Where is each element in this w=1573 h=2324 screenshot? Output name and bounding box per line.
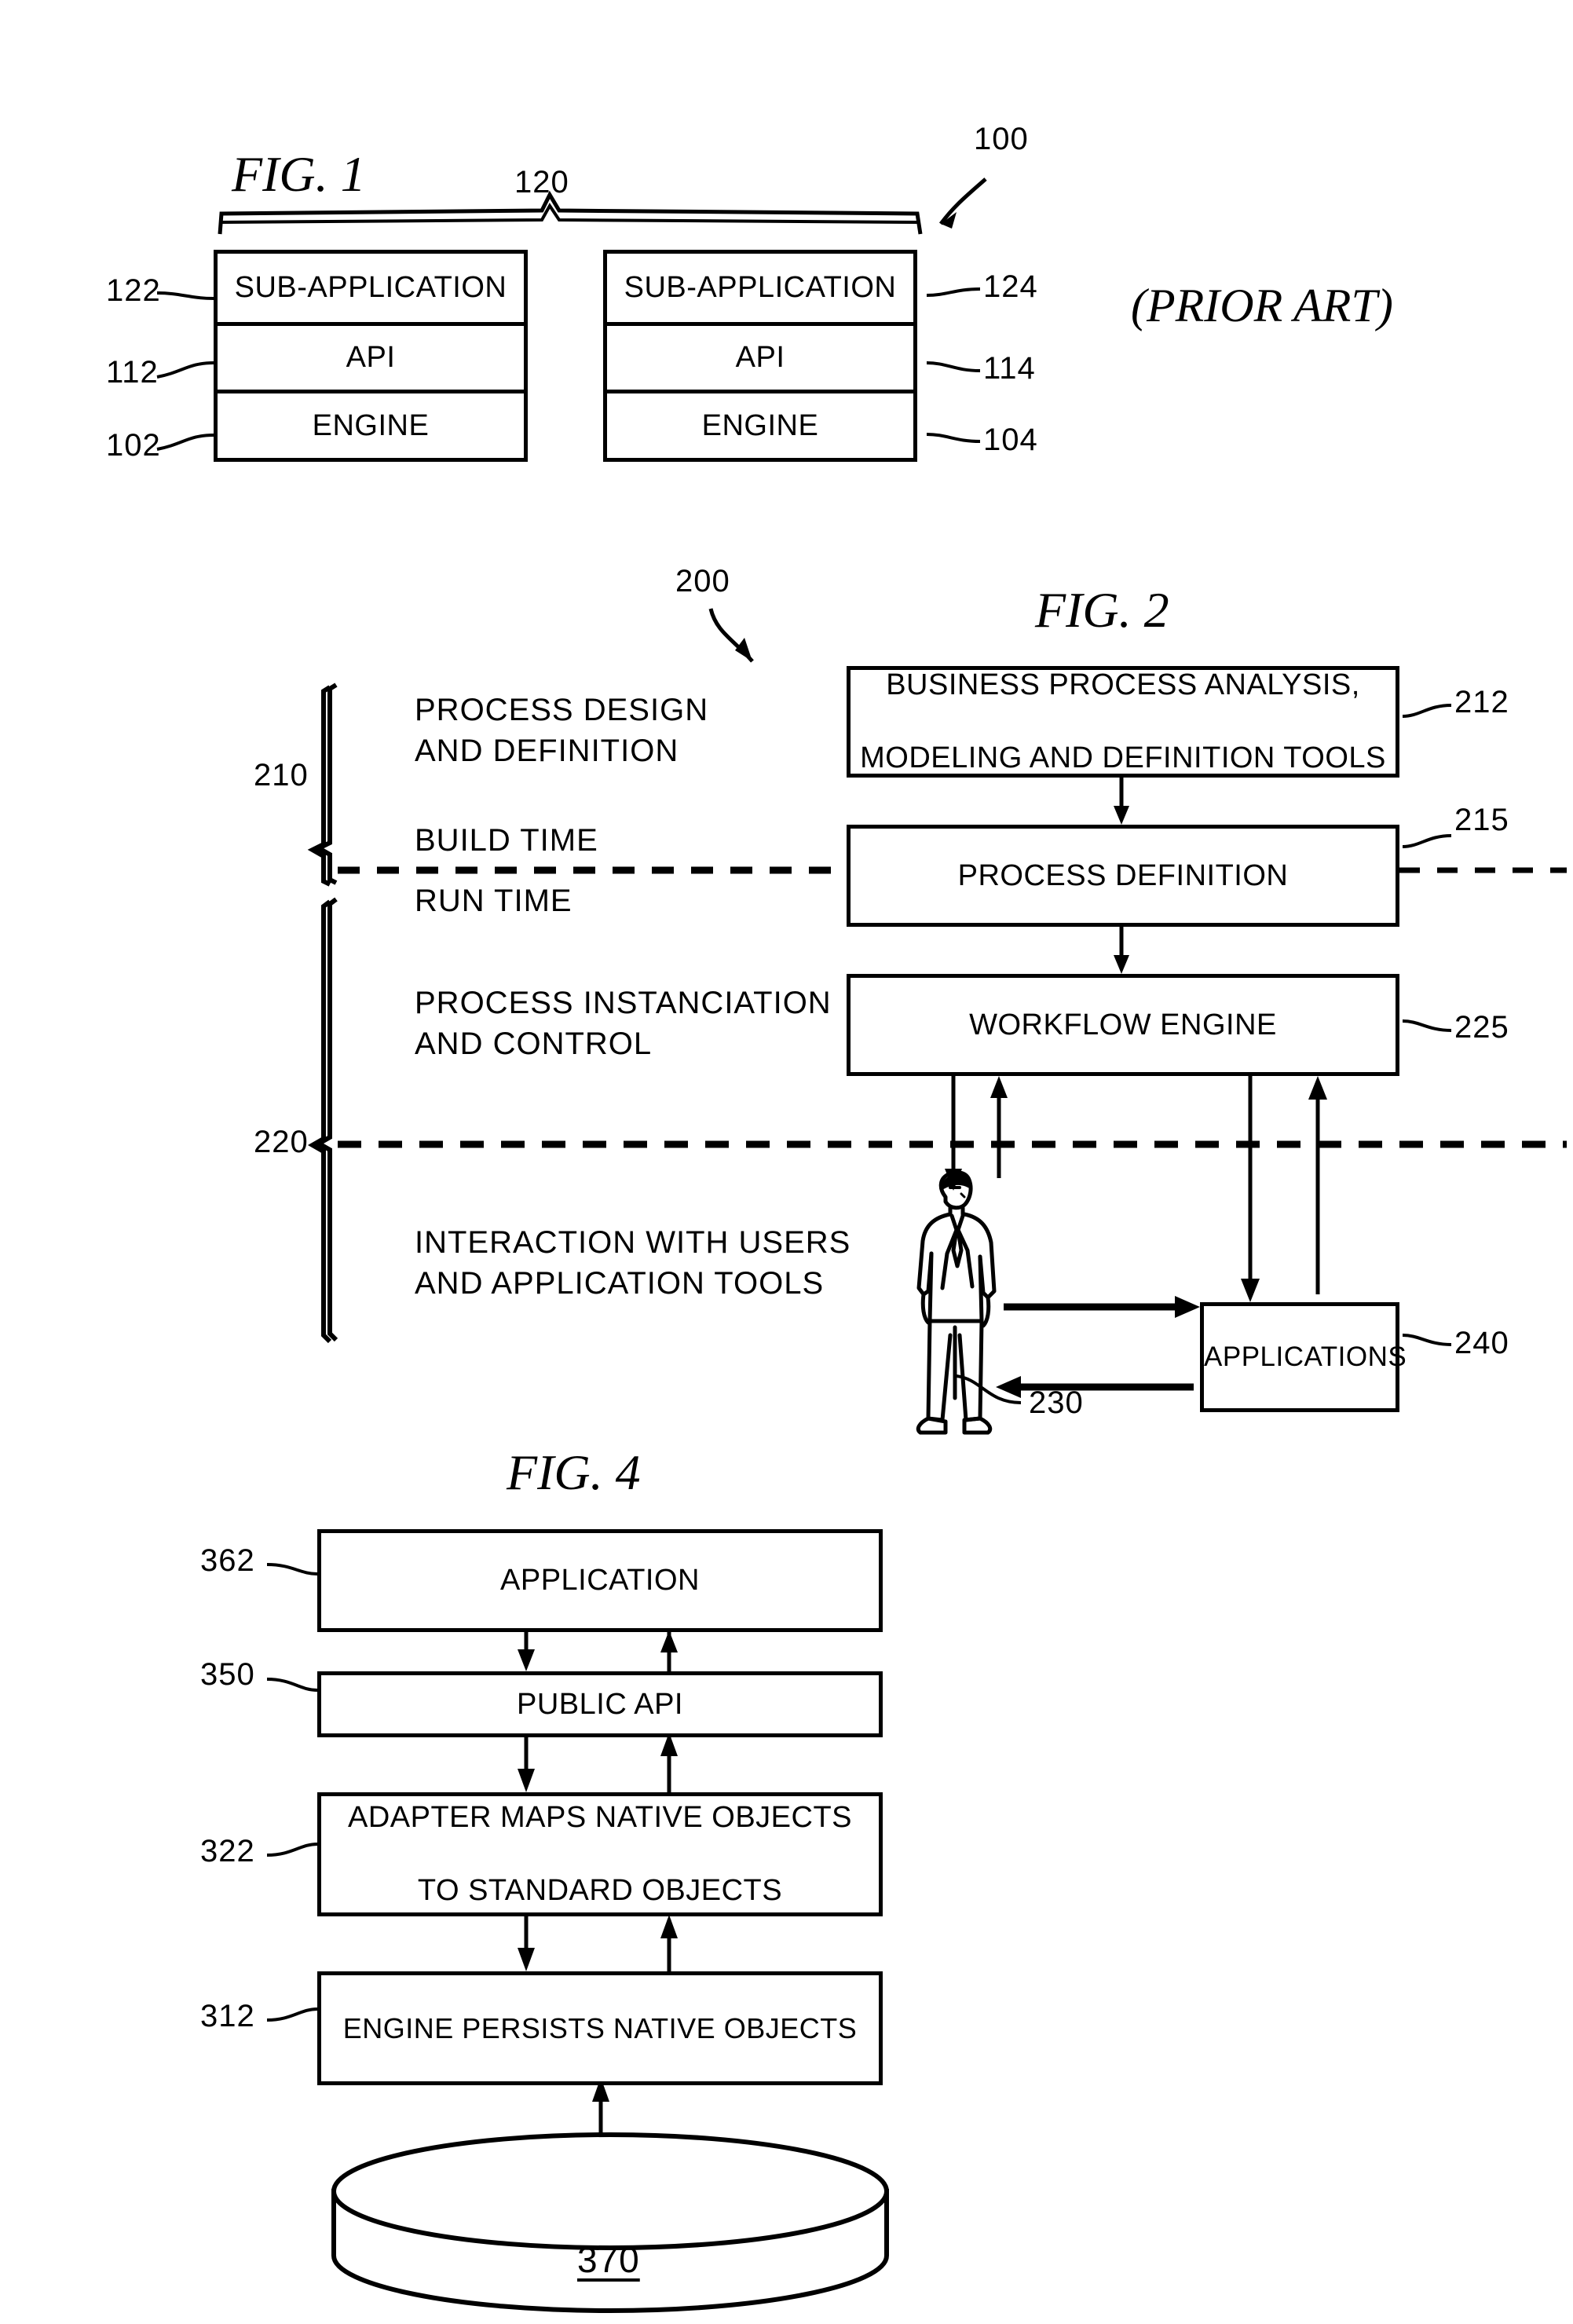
fig1-cell-api-left: API: [218, 321, 524, 390]
fig2-analysis-line1: BUSINESS PROCESS ANALYSIS,: [886, 668, 1360, 702]
fig2-box-process-definition-label: PROCESS DEFINITION: [957, 858, 1289, 892]
fig2-bracket-label-210: 210: [254, 758, 309, 792]
fig4-ref-362: 362: [200, 1543, 255, 1578]
fig4-adapter-line2: TO STANDARD OBJECTS: [417, 1874, 783, 1908]
fig1-ref-104: 104: [983, 423, 1038, 457]
fig1-cell-engine-right: ENGINE: [607, 390, 913, 458]
fig1-ref-122: 122: [106, 273, 161, 308]
fig1-ref-102: 102: [106, 428, 161, 463]
fig1-brace-label-120: 120: [514, 165, 569, 199]
fig1-ref-112: 112: [106, 355, 159, 390]
fig2-phase-process-design-line2: AND DEFINITION: [415, 734, 679, 768]
fig4-ref-322: 322: [200, 1834, 255, 1868]
fig2-ref-215: 215: [1454, 803, 1509, 837]
fig2-box-process-definition[interactable]: PROCESS DEFINITION: [847, 825, 1399, 927]
fig2-system-label-200: 200: [675, 564, 730, 598]
fig1-stack-right: SUB-APPLICATION API ENGINE: [603, 250, 917, 462]
fig2-ref-225: 225: [1454, 1010, 1509, 1045]
fig1-label-api-right: API: [735, 341, 785, 375]
fig2-box-analysis-tools-label: BUSINESS PROCESS ANALYSIS, MODELING AND …: [851, 667, 1396, 776]
fig4-box-application[interactable]: APPLICATION: [317, 1529, 883, 1632]
fig1-label-engine-left: ENGINE: [312, 408, 430, 442]
fig1-label-sub-application-right: SUB-APPLICATION: [624, 270, 897, 304]
fig2-phase-run-time: RUN TIME: [415, 884, 572, 918]
fig1-label-engine-right: ENGINE: [701, 408, 819, 442]
fig2-ref-212: 212: [1454, 685, 1509, 719]
fig2-phase-interaction-line2: AND APPLICATION TOOLS: [415, 1266, 825, 1301]
fig1-title: FIG. 1: [232, 146, 366, 202]
fig2-ref-240: 240: [1454, 1326, 1509, 1360]
fig4-box-engine-persists[interactable]: ENGINE PERSISTS NATIVE OBJECTS: [317, 1971, 883, 2085]
fig1-stack-left: SUB-APPLICATION API ENGINE: [214, 250, 528, 462]
fig2-box-workflow-engine[interactable]: WORKFLOW ENGINE: [847, 974, 1399, 1076]
fig1-cell-sub-application-right: SUB-APPLICATION: [607, 254, 913, 322]
fig4-box-engine-persists-label: ENGINE PERSISTS NATIVE OBJECTS: [342, 2011, 858, 2044]
fig1-label-api-left: API: [346, 341, 396, 375]
fig2-box-applications-label: APPLICATIONS: [1204, 1341, 1407, 1372]
fig2-title: FIG. 2: [1035, 582, 1169, 638]
fig2-phase-process-design-line1: PROCESS DESIGN: [415, 693, 709, 727]
fig1-ref-114: 114: [983, 351, 1036, 386]
fig1-cell-api-right: API: [607, 321, 913, 390]
fig2-phase-instanciation-line1: PROCESS INSTANCIATION: [415, 986, 832, 1020]
fig4-box-adapter[interactable]: ADAPTER MAPS NATIVE OBJECTS TO STANDARD …: [317, 1792, 883, 1916]
fig4-box-adapter-label: ADAPTER MAPS NATIVE OBJECTS TO STANDARD …: [321, 1799, 879, 1909]
fig1-cell-engine-left: ENGINE: [218, 390, 524, 458]
fig4-box-public-api-label: PUBLIC API: [517, 1687, 683, 1721]
fig2-ref-230-user: 230: [1029, 1385, 1084, 1420]
fig4-box-application-label: APPLICATION: [500, 1564, 700, 1598]
fig2-phase-instanciation-line2: AND CONTROL: [415, 1027, 653, 1061]
fig1-system-label-100: 100: [974, 122, 1029, 156]
fig4-adapter-line1: ADAPTER MAPS NATIVE OBJECTS: [347, 1801, 853, 1835]
fig4-box-public-api[interactable]: PUBLIC API: [317, 1671, 883, 1737]
fig2-box-workflow-engine-label: WORKFLOW ENGINE: [969, 1008, 1277, 1041]
prior-art-note: (PRIOR ART): [1131, 280, 1393, 331]
fig4-ref-350: 350: [200, 1657, 255, 1692]
fig2-analysis-line2: MODELING AND DEFINITION TOOLS: [860, 741, 1386, 775]
fig1-ref-124: 124: [983, 269, 1038, 304]
fig2-bracket-label-220: 220: [254, 1125, 309, 1159]
fig2-box-analysis-tools[interactable]: BUSINESS PROCESS ANALYSIS, MODELING AND …: [847, 666, 1399, 778]
fig4-title: FIG. 4: [507, 1444, 641, 1500]
fig2-phase-interaction-line1: INTERACTION WITH USERS: [415, 1225, 851, 1260]
fig2-phase-build-time: BUILD TIME: [415, 823, 598, 858]
fig4-ref-312: 312: [200, 1999, 255, 2033]
fig2-box-applications[interactable]: APPLICATIONS: [1200, 1302, 1407, 1412]
fig1-label-sub-application-left: SUB-APPLICATION: [234, 270, 507, 304]
fig1-cell-sub-application-left: SUB-APPLICATION: [218, 254, 524, 322]
fig4-datastore-label-370: 370: [577, 2239, 640, 2280]
